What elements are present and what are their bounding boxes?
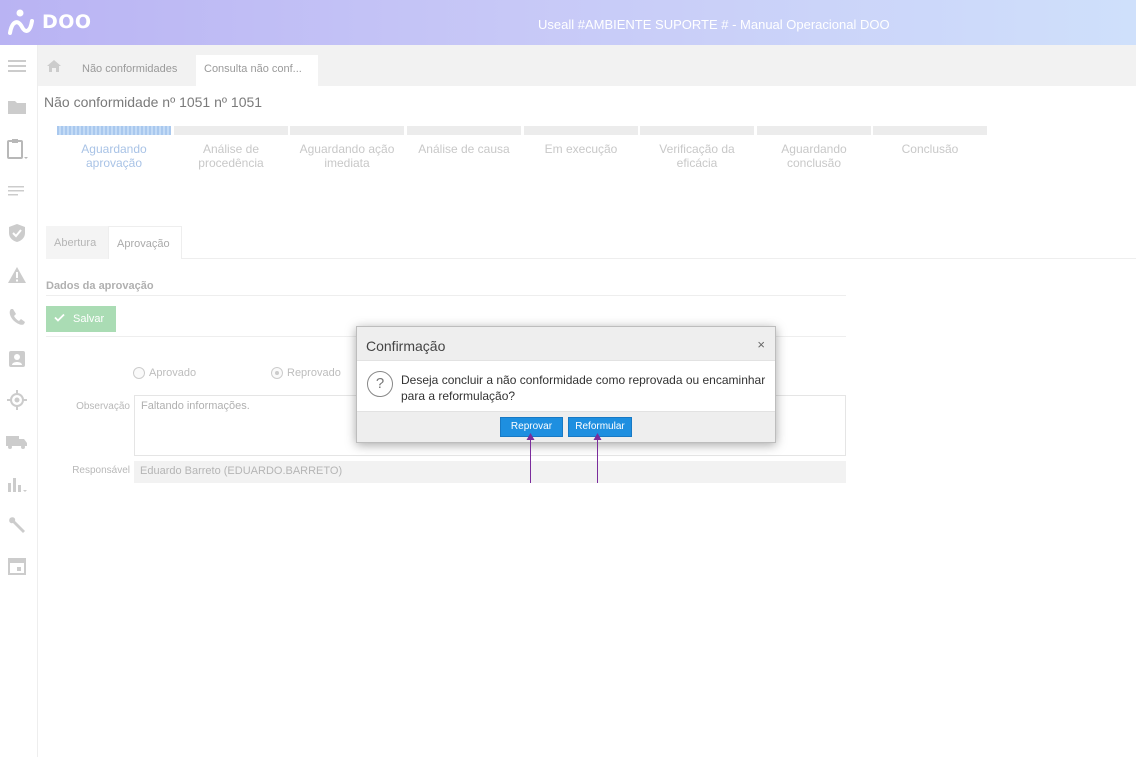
logo-icon xyxy=(8,9,34,35)
breadcrumb: Não conformidades Consulta não conf... xyxy=(38,45,1136,86)
shield-icon[interactable] xyxy=(5,221,29,245)
target-icon[interactable] xyxy=(5,388,29,412)
dialog-header: Confirmação × xyxy=(357,327,775,361)
breadcrumb-nao-conformidades[interactable]: Não conformidades xyxy=(82,63,177,75)
breadcrumb-consulta-label: Consulta não conf... xyxy=(204,63,302,75)
clipboard-icon[interactable] xyxy=(5,137,29,161)
annotation-arrow-reprovar xyxy=(526,433,535,486)
truck-icon[interactable] xyxy=(5,430,29,454)
home-icon[interactable] xyxy=(46,59,62,76)
confirmation-dialog: Confirmação × ? Deseja concluir a não co… xyxy=(356,326,776,443)
app-logo[interactable]: DOO xyxy=(8,9,92,35)
dialog-footer: Reprovar Reformular xyxy=(357,411,775,442)
wrench-icon[interactable] xyxy=(5,513,29,537)
calendar-icon[interactable] xyxy=(5,554,29,578)
contact-icon[interactable] xyxy=(5,347,29,371)
sidebar xyxy=(0,45,38,757)
annotation-arrow-reformular xyxy=(593,433,602,486)
dialog-title: Confirmação xyxy=(366,338,446,354)
chart-icon[interactable] xyxy=(5,472,29,496)
phone-icon[interactable] xyxy=(5,305,29,329)
warning-icon[interactable] xyxy=(5,263,29,287)
list-icon[interactable] xyxy=(5,179,29,203)
app-title: Useall #AMBIENTE SUPORTE # - Manual Oper… xyxy=(538,17,890,32)
breadcrumb-consulta[interactable]: Consulta não conf... xyxy=(196,55,318,86)
dialog-message: Deseja concluir a não conformidade como … xyxy=(401,373,766,403)
top-bar: DOO Useall #AMBIENTE SUPORTE # - Manual … xyxy=(0,0,1136,45)
folder-icon[interactable] xyxy=(5,95,29,119)
question-icon: ? xyxy=(367,371,393,397)
logo-text: DOO xyxy=(42,11,92,33)
menu-icon[interactable] xyxy=(5,54,29,78)
close-icon[interactable]: × xyxy=(757,337,765,352)
